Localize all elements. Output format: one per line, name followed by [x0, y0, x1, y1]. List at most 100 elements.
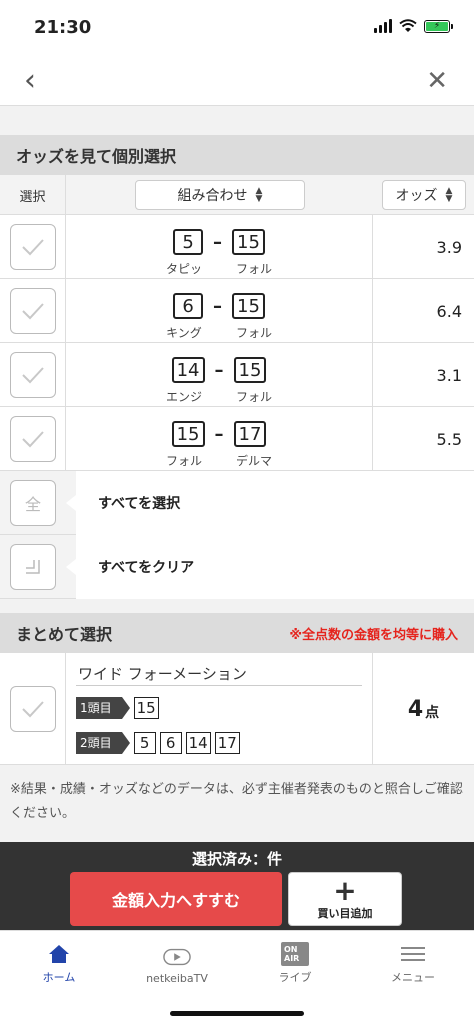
individual-section-title: オッズを見て個別選択 [16, 147, 177, 166]
points-unit: 点 [425, 705, 440, 721]
formation-check-cell[interactable] [0, 653, 66, 765]
odds-value: 5.5 [436, 429, 462, 449]
dash: – [213, 295, 223, 317]
bulk-section-header: まとめて選択 ※全点数の金額を均等に購入 [0, 613, 474, 653]
odds-row[interactable]: 6 – 15 キング フォル 6.4 [0, 279, 474, 343]
row-check-cell[interactable] [0, 407, 66, 471]
formation-row[interactable]: ワイド フォーメーション 1頭目 15 2頭目 5 6 14 17 4 点 [0, 653, 474, 765]
column-select-label: 選択 [0, 175, 66, 215]
head2-number: 5 [133, 732, 156, 754]
horse-number: 15 [232, 293, 265, 319]
horse-name: フォル [235, 262, 272, 276]
horse-number: 5 [173, 229, 204, 255]
select-all-icon[interactable]: 全 [10, 480, 56, 526]
status-bar: 21:30 ⚡ [0, 0, 474, 58]
horse-number: 15 [233, 357, 267, 383]
tab-menu[interactable]: メニュー [354, 931, 472, 991]
sort-combination-button[interactable]: 組み合わせ ▲ ▼ [135, 180, 305, 210]
charging-icon: ⚡ [426, 21, 448, 31]
status-time: 21:30 [34, 17, 92, 38]
combination-cell: 14 – 15 エンジ フォル [66, 343, 373, 407]
odds-row[interactable]: 14 – 15 エンジ フォル 3.1 [0, 343, 474, 407]
spacer [0, 599, 474, 613]
bottom-action-bar: 選択済み：件 金額入力へすすむ + 買い目追加 [0, 842, 474, 930]
status-icons: ⚡ [374, 19, 453, 33]
odds-row[interactable]: 5 – 15 タピッ フォル 3.9 [0, 215, 474, 279]
head2-number: 14 [185, 732, 211, 754]
head2-number: 6 [159, 732, 182, 754]
sort-odds-button[interactable]: オッズ ▲ ▼ [382, 180, 466, 210]
tab-bar: ホーム netkeibaTV ON AIR ライブ メニュー [0, 930, 474, 1024]
clear-all-cell[interactable] [0, 535, 66, 599]
checkbox-icon[interactable] [9, 352, 56, 398]
dash: – [214, 423, 224, 445]
close-icon[interactable]: ✕ [426, 68, 448, 94]
odds-row[interactable]: 15 – 17 フォル デルマ 5.5 [0, 407, 474, 471]
odds-value: 3.1 [436, 365, 462, 385]
row-check-cell[interactable] [0, 279, 66, 343]
navbar: ‹ ✕ [0, 58, 474, 106]
odds-value: 3.9 [436, 237, 462, 257]
tab-home-label: ホーム [42, 971, 76, 984]
checkbox-icon[interactable] [9, 224, 56, 270]
combination-cell: 15 – 17 フォル デルマ [66, 407, 373, 471]
tab-netkeibatv-label: netkeibaTV [146, 972, 208, 985]
on-air-badge: ON AIR [281, 942, 309, 966]
home-icon [45, 943, 73, 965]
amount-input-button[interactable]: 金額入力へすすむ [70, 872, 282, 926]
menu-icon [399, 943, 427, 965]
select-all-cell[interactable]: 全 [0, 471, 66, 535]
checkbox-icon[interactable] [9, 416, 56, 462]
clear-icon[interactable] [10, 544, 56, 590]
wifi-icon [399, 19, 417, 32]
combination-cell: 5 – 15 タピッ フォル [66, 215, 373, 279]
horse-name: フォル [235, 390, 272, 404]
head1-number: 15 [133, 697, 159, 719]
selected-count: 選択済み：件 [191, 850, 282, 868]
add-bet-label: 買い目追加 [317, 907, 373, 920]
individual-section-header: オッズを見て個別選択 [0, 135, 474, 175]
horse-name: フォル [165, 454, 202, 468]
bulk-section-title: まとめて選択 [16, 625, 113, 644]
horse-name: タピッ [165, 262, 202, 276]
plus-icon: + [333, 874, 357, 907]
tab-live[interactable]: ON AIR ライブ [236, 931, 354, 991]
home-indicator [170, 1011, 304, 1016]
tv-play-icon [163, 946, 191, 968]
tab-menu-label: メニュー [391, 971, 435, 984]
combination-cell: 6 – 15 キング フォル [66, 279, 373, 343]
select-all-row[interactable]: 全 すべてを選択 [0, 471, 474, 535]
head2-row: 2頭目 5 6 14 17 [76, 732, 240, 754]
sort-arrows-icon: ▲ ▼ [445, 186, 453, 204]
points-number: 4 [407, 696, 424, 722]
spacer [0, 107, 474, 135]
column-header: 選択 組み合わせ ▲ ▼ オッズ ▲ ▼ [0, 175, 474, 215]
bulk-note: ※全点数の金額を均等に購入 [289, 627, 458, 643]
arrow-notch [66, 559, 76, 575]
tab-home[interactable]: ホーム [0, 931, 118, 991]
clear-all-row[interactable]: すべてをクリア [0, 535, 474, 599]
horse-number: 6 [173, 293, 204, 319]
select-all-button[interactable]: すべてを選択 [76, 471, 474, 535]
head2-number: 17 [214, 732, 240, 754]
tab-live-label: ライブ [278, 971, 312, 984]
back-chevron-icon[interactable]: ‹ [24, 66, 36, 96]
odds-list: 5 – 15 タピッ フォル 3.9 6 – 15 キング フォル 6.4 14… [0, 215, 474, 599]
row-check-cell[interactable] [0, 343, 66, 407]
tab-netkeibatv[interactable]: netkeibaTV [118, 931, 236, 991]
horse-number: 17 [233, 421, 267, 447]
checkbox-icon[interactable] [9, 288, 56, 334]
battery-icon: ⚡ [424, 19, 453, 33]
clear-all-button[interactable]: すべてをクリア [76, 535, 474, 599]
horse-number: 14 [171, 357, 205, 383]
horse-name: デルマ [235, 454, 272, 468]
on-air-icon: ON AIR [281, 942, 309, 966]
horse-name: フォル [235, 326, 272, 340]
bet-type: ワイド フォーメーション [78, 665, 247, 683]
checkbox-icon[interactable] [9, 686, 56, 732]
sort-combination-label: 組み合わせ [177, 188, 248, 204]
disclaimer: ※結果・成績・オッズなどのデータは、必ず主催者発表のものと照合しご確認ください。 [0, 766, 474, 842]
row-check-cell[interactable] [0, 215, 66, 279]
odds-value: 6.4 [436, 301, 462, 321]
add-bet-button[interactable]: + 買い目追加 [288, 872, 402, 926]
